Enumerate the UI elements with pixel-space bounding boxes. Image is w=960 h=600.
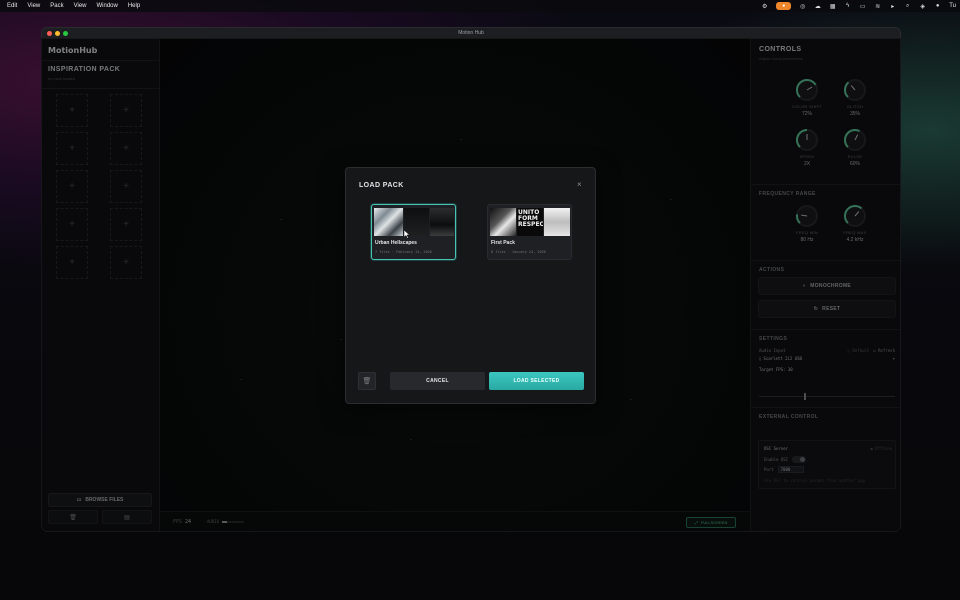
pack-name: Urban Hellscapes xyxy=(375,240,417,246)
menu-view[interactable]: View xyxy=(27,3,40,9)
thumbnail xyxy=(374,208,403,236)
bolt-icon[interactable]: ϟ xyxy=(844,3,851,10)
thumbnail-typography: UNITO FORM RESPECT xyxy=(517,208,543,236)
siri-icon[interactable]: ● xyxy=(934,3,941,10)
pack-card-first-pack[interactable]: UNITO FORM RESPECT First Pack 8 files · … xyxy=(487,204,572,260)
clock: Tu xyxy=(949,3,956,9)
search-icon[interactable]: ⌕ xyxy=(904,3,911,10)
system-tray: ⚙ ● ◎ ☁ ▦ ϟ ▭ ≋ ▸ ⌕ ◈ ● Tu xyxy=(761,0,956,12)
dialog-title: LOAD PACK xyxy=(359,182,404,189)
thumbnail xyxy=(544,208,570,236)
thumbnail xyxy=(430,208,454,236)
pack-name: First Pack xyxy=(491,240,515,246)
pack-meta: 7 files · February 14, 2026 xyxy=(375,250,432,254)
load-selected-button[interactable]: LOAD SELECTED xyxy=(489,372,584,390)
control-center-icon[interactable]: ◈ xyxy=(919,3,926,10)
grid-icon[interactable]: ▦ xyxy=(829,3,836,10)
close-icon[interactable]: × xyxy=(577,180,582,189)
menu-view-2[interactable]: View xyxy=(74,3,87,9)
menu-bar: Edit View Pack View Window Help ⚙ ● ◎ ☁ … xyxy=(0,0,960,12)
trash-icon: 🗑 xyxy=(362,378,372,385)
pack-meta: 8 files · January 24, 2026 xyxy=(491,250,546,254)
thumbnail xyxy=(490,208,516,236)
pack-thumbnails: UNITO FORM RESPECT xyxy=(490,208,570,236)
delete-pack-button[interactable]: 🗑 xyxy=(358,372,376,390)
target-icon[interactable]: ◎ xyxy=(799,3,806,10)
play-icon[interactable]: ▸ xyxy=(889,3,896,10)
mouse-cursor-icon xyxy=(404,230,411,239)
load-pack-dialog: LOAD PACK × Urban Hellscapes 7 files · F… xyxy=(345,167,596,404)
menu-pack[interactable]: Pack xyxy=(50,3,63,9)
menu-edit[interactable]: Edit xyxy=(7,3,17,9)
gear-icon[interactable]: ⚙ xyxy=(761,3,768,10)
pack-card-urban-hellscapes[interactable]: Urban Hellscapes 7 files · February 14, … xyxy=(371,204,456,260)
cloud-icon[interactable]: ☁ xyxy=(814,3,821,10)
menu-window[interactable]: Window xyxy=(97,3,118,9)
pack-thumbnails xyxy=(374,208,454,236)
window-title: Motion Hub xyxy=(458,30,484,36)
menu-list: Edit View Pack View Window Help xyxy=(0,3,140,9)
cancel-button[interactable]: CANCEL xyxy=(390,372,485,390)
status-pill[interactable]: ● xyxy=(776,2,792,10)
battery-icon[interactable]: ▭ xyxy=(859,3,866,10)
menu-help[interactable]: Help xyxy=(128,3,140,9)
wifi-icon[interactable]: ≋ xyxy=(874,3,881,10)
